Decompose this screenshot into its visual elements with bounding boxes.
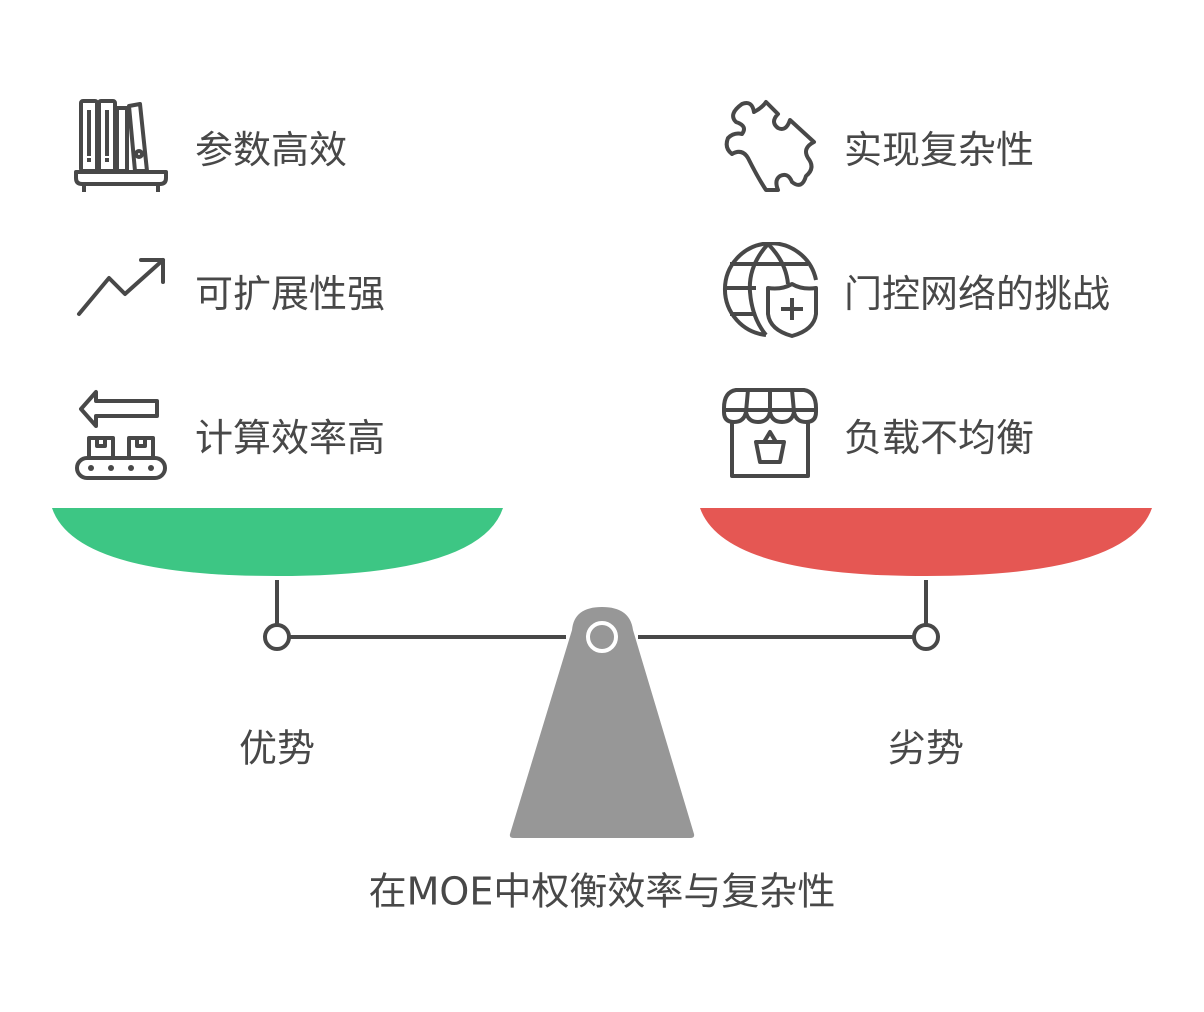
fulcrum [509,607,695,838]
advantage-item: 计算效率高 [73,386,385,482]
globe-shield-icon [722,242,818,338]
advantage-text: 计算效率高 [195,415,386,460]
advantage-text: 可扩展性强 [195,271,386,316]
bookshelf-icon [74,99,168,192]
left-pivot [263,623,291,651]
disadvantage-item: 实现复杂性 [722,98,1034,194]
advantages-label: 优势 [238,726,316,771]
advantage-text: 参数高效 [195,127,348,172]
puzzle-icon [724,100,816,192]
disadvantage-text: 负载不均衡 [844,415,1035,460]
disadvantage-text: 门控网络的挑战 [844,271,1111,316]
advantage-pan [52,508,503,576]
disadvantage-item: 门控网络的挑战 [722,242,1110,338]
conveyor-icon [75,390,167,480]
store-icon [722,388,818,478]
diagram-title: 在MOE中权衡效率与复杂性 [368,869,836,914]
trend-up-icon [77,258,165,316]
advantage-item: 可扩展性强 [73,242,385,338]
right-pivot [912,623,940,651]
advantage-item: 参数高效 [73,98,347,194]
disadvantage-item: 负载不均衡 [722,386,1034,482]
disadvantages-label: 劣势 [887,726,965,771]
disadvantage-pan [700,508,1152,576]
disadvantage-text: 实现复杂性 [844,127,1035,172]
